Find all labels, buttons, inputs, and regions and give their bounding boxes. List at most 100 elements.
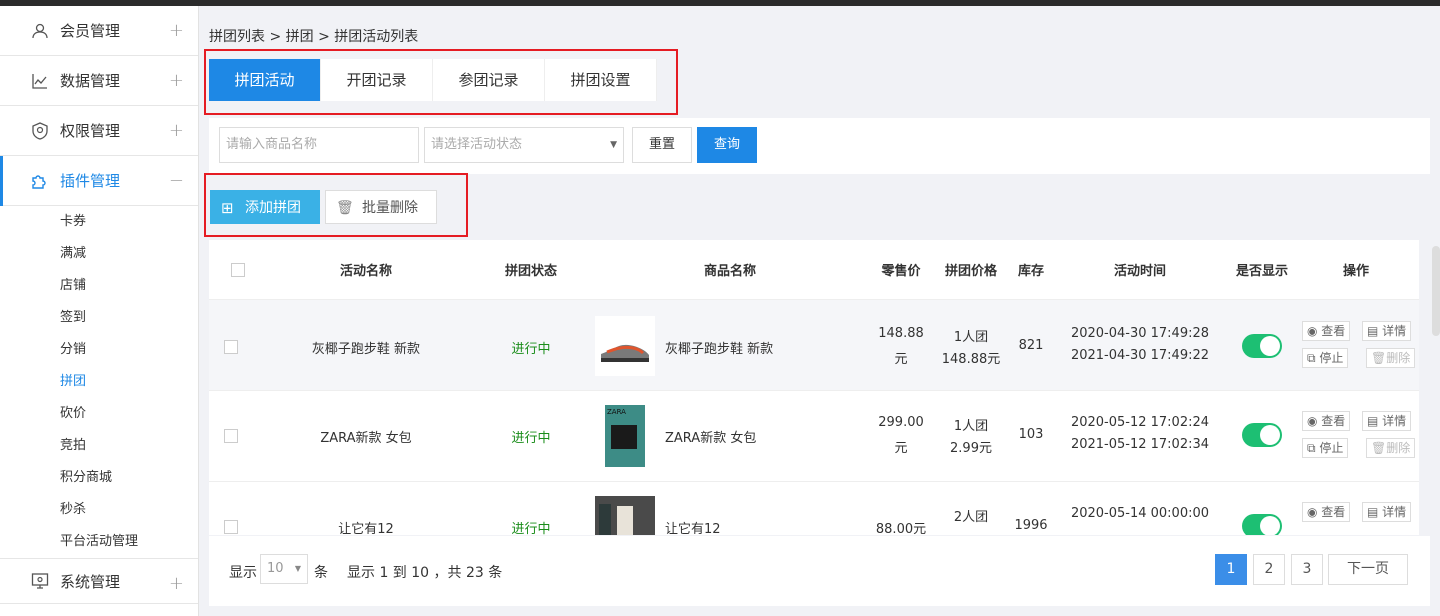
show-label: 显示	[229, 565, 257, 581]
table-row: ZARA新款 女包 进行中 ZARA ZARA新款 女包 299.00 元 1人…	[209, 391, 1419, 482]
trash-icon: 🗑	[1371, 351, 1387, 365]
delete-button[interactable]: 🗑删除	[1366, 348, 1416, 368]
detail-button[interactable]: ▤ 详情	[1362, 502, 1412, 522]
menu-data[interactable]: 数据管理 +	[0, 56, 198, 106]
document-icon: ▤	[1367, 414, 1383, 428]
product-name: 灰椰子跑步鞋 新款	[665, 342, 774, 357]
submenu-item-coupon[interactable]: 卡券	[0, 206, 198, 238]
menu-label: 系统管理	[60, 572, 121, 591]
product-image-bag: ZARA	[605, 405, 645, 467]
stop-button[interactable]: ⧉ 停止	[1302, 438, 1349, 458]
end-time: 2021-04-30 17:49:22	[1070, 348, 1210, 363]
menu-label: 权限管理	[60, 122, 121, 140]
display-toggle[interactable]	[1242, 423, 1282, 447]
submenu-item-checkin[interactable]: 签到	[0, 302, 198, 334]
page-button-3[interactable]: 3	[1291, 554, 1323, 585]
view-label: 查看	[1321, 324, 1346, 338]
table-scrollbar[interactable]	[1432, 246, 1440, 336]
group-size: 2人团	[953, 510, 989, 525]
status-select[interactable]: 请选择活动状态 ▼	[424, 127, 624, 163]
summary-text: 显示 1 到 10 ，共 23 条	[347, 565, 503, 581]
header-activity-name: 活动名称	[339, 264, 392, 279]
eye-icon: ◉	[1307, 414, 1322, 428]
header-stock: 库存	[1017, 264, 1044, 279]
view-button[interactable]: ◉ 查看	[1302, 411, 1351, 431]
collapse-icon[interactable]: −	[169, 170, 184, 191]
sidebar: 会员管理 + 数据管理 + 权限管理 + 插件管理 − 卡券 满减 店铺 签到 …	[0, 6, 199, 616]
start-time: 2020-05-12 17:02:24	[1070, 415, 1210, 430]
highlight-box	[204, 49, 678, 115]
menu-plugin[interactable]: 插件管理 −	[0, 156, 198, 206]
submenu-item-distribution[interactable]: 分销	[0, 334, 198, 366]
submenu-item-store[interactable]: 店铺	[0, 270, 198, 302]
row-checkbox[interactable]	[224, 520, 238, 534]
page-button-1[interactable]: 1	[1215, 554, 1247, 585]
table-row: 灰椰子跑步鞋 新款 进行中 灰椰子跑步鞋 新款 148.88 元 1人团 148…	[209, 300, 1419, 391]
row-checkbox[interactable]	[224, 429, 238, 443]
group-price: 148.88元	[941, 352, 1001, 367]
submenu-item-points-mall[interactable]: 积分商城	[0, 462, 198, 494]
submenu-item-group-buy[interactable]: 拼团	[0, 366, 198, 398]
detail-label: 详情	[1382, 505, 1407, 519]
product-image-sneaker	[595, 316, 655, 376]
product-name-input[interactable]: 请输入商品名称	[219, 127, 419, 163]
page-size-select[interactable]: 10 ▼	[260, 554, 308, 584]
header-product-name: 商品名称	[703, 264, 756, 279]
view-label: 查看	[1321, 414, 1346, 428]
table-row: 让它有12 进行中 让它有12 88.00元 2人团 1996 2020-05-…	[209, 482, 1419, 535]
delete-label: 删除	[1386, 351, 1411, 365]
submenu-item-bargain[interactable]: 砍价	[0, 398, 198, 430]
detail-label: 详情	[1382, 324, 1407, 338]
submenu-item-discount[interactable]: 满减	[0, 238, 198, 270]
shield-icon	[30, 121, 50, 141]
detail-button[interactable]: ▤ 详情	[1362, 321, 1412, 341]
display-toggle[interactable]	[1242, 514, 1282, 535]
menu-permission[interactable]: 权限管理 +	[0, 106, 198, 156]
stop-button[interactable]: ⧉ 停止	[1302, 348, 1349, 368]
page-button-2[interactable]: 2	[1253, 554, 1285, 585]
submenu-item-auction[interactable]: 竞拍	[0, 430, 198, 462]
header-time: 活动时间	[1113, 264, 1166, 279]
row-checkbox[interactable]	[224, 340, 238, 354]
delete-button[interactable]: 🗑删除	[1366, 438, 1416, 458]
submenu-item-flash-sale[interactable]: 秒杀	[0, 494, 198, 526]
expand-icon[interactable]: +	[169, 120, 184, 141]
eye-icon: ◉	[1307, 505, 1322, 519]
reset-button[interactable]: 重置	[632, 127, 692, 163]
retail-price: 299.00	[878, 415, 924, 430]
menu-member[interactable]: 会员管理 +	[0, 6, 198, 56]
filter-bar: 请输入商品名称 请选择活动状态 ▼ 重置 查询	[209, 118, 1430, 174]
end-time: 2021-05-12 17:02:34	[1070, 437, 1210, 452]
stop-icon: ⧉	[1307, 351, 1320, 365]
stock-value: 821	[1018, 338, 1044, 353]
product-name: 让它有12	[665, 522, 721, 535]
monitor-icon	[30, 571, 50, 591]
submenu: 卡券 满减 店铺 签到 分销 拼团 砍价 竞拍 积分商城 秒杀 平台活动管理	[0, 206, 198, 558]
user-icon	[30, 21, 50, 41]
expand-icon[interactable]: +	[169, 573, 184, 594]
start-time: 2020-04-30 17:49:28	[1070, 326, 1210, 341]
retail-price: 148.88	[878, 326, 924, 341]
view-button[interactable]: ◉ 查看	[1302, 321, 1351, 341]
retail-price-unit: 元	[894, 441, 908, 456]
submenu-item-platform-activity[interactable]: 平台活动管理	[0, 526, 198, 558]
detail-button[interactable]: ▤ 详情	[1362, 411, 1412, 431]
display-toggle[interactable]	[1242, 334, 1282, 358]
activity-name: ZARA新款 女包	[320, 431, 412, 446]
caret-down-icon: ▼	[610, 140, 617, 150]
menu-label: 数据管理	[60, 72, 121, 90]
next-page-button[interactable]: 下一页	[1328, 554, 1408, 585]
header-operation: 操作	[1342, 264, 1369, 279]
query-button[interactable]: 查询	[697, 127, 757, 163]
activity-name: 让它有12	[338, 522, 394, 535]
eye-icon: ◉	[1307, 324, 1322, 338]
view-button[interactable]: ◉ 查看	[1302, 502, 1351, 522]
select-all-checkbox[interactable]	[231, 263, 245, 277]
menu-system[interactable]: 系统管理 +	[0, 558, 198, 604]
activity-table: 活动名称 拼团状态 商品名称 零售价 拼团价格 库存 活动时间 是否显示 操作 …	[209, 240, 1419, 535]
expand-icon[interactable]: +	[169, 20, 184, 41]
trash-icon: 🗑	[1371, 441, 1387, 455]
view-label: 查看	[1321, 505, 1346, 519]
expand-icon[interactable]: +	[169, 70, 184, 91]
status-text: 进行中	[511, 522, 551, 535]
